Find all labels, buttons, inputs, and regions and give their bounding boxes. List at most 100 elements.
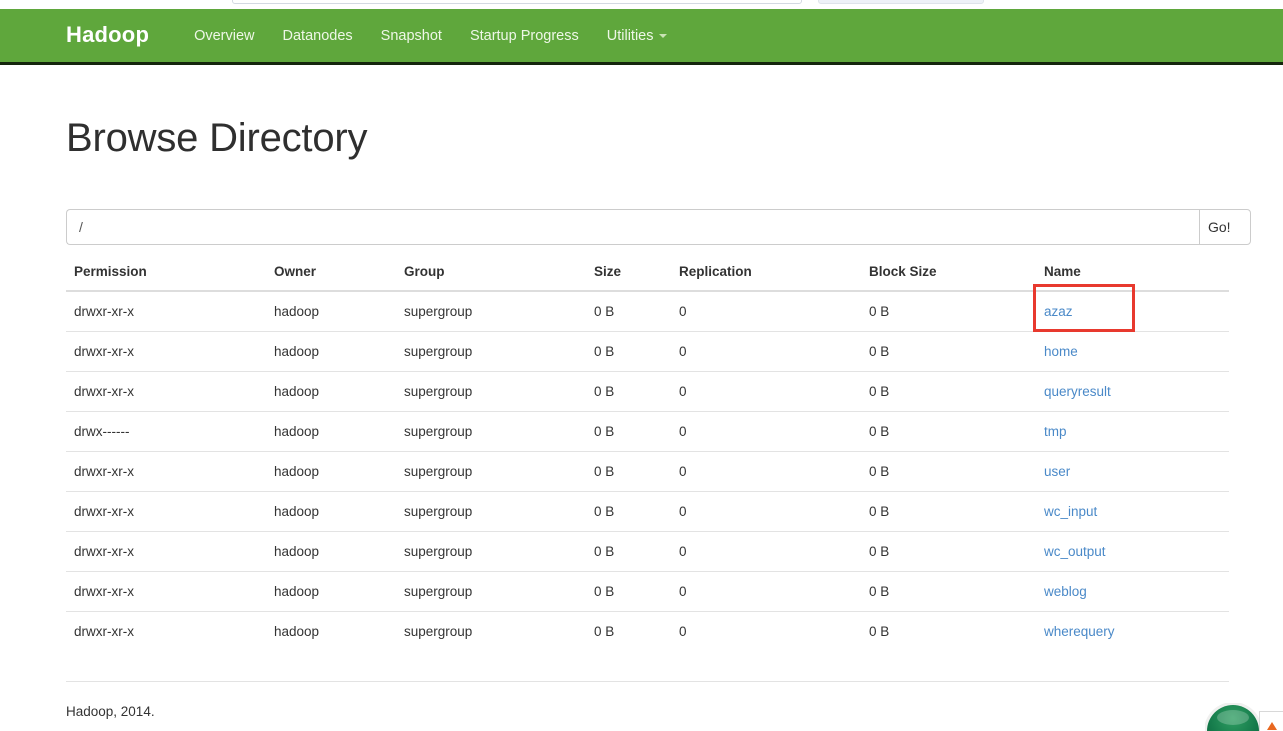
cell-block-size: 0 B xyxy=(861,571,1036,612)
directory-link[interactable]: wherequery xyxy=(1044,624,1115,639)
cell-name: weblog xyxy=(1036,571,1229,612)
cell-permission: drwxr-xr-x xyxy=(66,331,266,372)
table-row: drwxr-xr-x hadoop supergroup 0 B00 Buser xyxy=(66,451,1229,492)
cell-size: 0 B xyxy=(586,531,671,572)
cell-permission: drwxr-xr-x xyxy=(66,451,266,492)
cell-replication: 0 xyxy=(679,304,687,319)
cell-permission: drwxr-xr-x xyxy=(66,491,266,532)
nav-link-overview[interactable]: Overview xyxy=(180,28,268,44)
page-title: Browse Directory xyxy=(66,116,368,160)
cell-block-size: 0 B xyxy=(861,411,1036,452)
cell-owner: hadoop xyxy=(266,371,396,412)
cell-block-size: 0 B xyxy=(861,371,1036,412)
cell-owner: hadoop xyxy=(274,304,320,319)
table-row: drwxr-xr-x hadoop supergroup 0 B00 Bqueryre… xyxy=(66,371,1229,412)
column-header-group: Group xyxy=(396,264,586,292)
up-arrow-icon[interactable] xyxy=(1267,722,1277,730)
table-head: Permission Owner Group Size Replication Block… xyxy=(66,264,1229,292)
nav-link-utilities[interactable]: Utilities xyxy=(593,28,682,44)
cell-block-size: 0 B xyxy=(869,304,890,319)
directory-link[interactable]: wc_output xyxy=(1044,544,1106,559)
cell-owner: hadoop xyxy=(266,531,396,572)
nav-link-label: Datanodes xyxy=(282,27,353,44)
cell-permission: drwxr-xr-x xyxy=(66,371,266,412)
cell-replication: 0 xyxy=(671,411,861,452)
table-row: drwxr-xr-x hadoop supergroup 0 B00 Bwherequ… xyxy=(66,611,1229,651)
cell-owner: hadoop xyxy=(266,451,396,492)
cell-size: 0 B xyxy=(586,331,671,372)
column-header-size: Size xyxy=(586,264,671,292)
cell-size: 0 B xyxy=(586,491,671,532)
cell-replication: 0 xyxy=(671,331,861,372)
column-header-name: Name xyxy=(1036,264,1229,292)
cell-size: 0 B xyxy=(586,451,671,492)
nav-link-label: Overview xyxy=(194,27,255,44)
directory-link[interactable]: tmp xyxy=(1044,424,1067,439)
cell-block-size: 0 B xyxy=(861,451,1036,492)
column-header-permission: Permission xyxy=(66,264,266,292)
nav-links: Overview Datanodes Snapshot Startup Progres… xyxy=(180,28,681,44)
cell-replication: 0 xyxy=(671,611,861,651)
cell-group: supergroup xyxy=(396,451,586,492)
cell-group: supergroup xyxy=(396,371,586,412)
cell-name: wc_input xyxy=(1036,491,1229,532)
cell-owner: hadoop xyxy=(266,571,396,612)
directory-link[interactable]: weblog xyxy=(1044,584,1087,599)
table-header-row: Permission Owner Group Size Replication Block… xyxy=(66,264,1229,292)
cell-size: 0 B xyxy=(594,304,615,319)
go-button[interactable]: Go! xyxy=(1199,209,1251,245)
directory-link[interactable]: queryresult xyxy=(1044,384,1111,399)
cell-name: azaz xyxy=(1033,283,1229,332)
nav-link-label: Snapshot xyxy=(380,27,442,44)
cell-size: 0 B xyxy=(586,571,671,612)
cell-replication: 0 xyxy=(671,571,861,612)
cell-group: supergroup xyxy=(396,611,586,651)
cell-replication: 0 xyxy=(671,371,861,412)
browser-address-field-partial[interactable] xyxy=(232,0,802,4)
cell-group: supergroup xyxy=(396,411,586,452)
table-row: drwx------ hadoop supergroup 0 B00 Btmp xyxy=(66,411,1229,452)
cell-size: 0 B xyxy=(586,611,671,651)
page-container: Browse Directory Go! PermissionOwnerGrou… xyxy=(0,68,1283,719)
cell-group: supergroup xyxy=(396,531,586,572)
chevron-down-icon xyxy=(659,33,668,38)
page-footer: Hadoop, 2014. xyxy=(66,681,1229,719)
path-input[interactable] xyxy=(66,209,1199,245)
cell-replication: 0 xyxy=(671,531,861,572)
table-row: drwxr-xr-x hadoop supergroup 0 B00 Bhome xyxy=(66,331,1229,372)
cell-owner: hadoop xyxy=(266,491,396,532)
nav-link-snapshot[interactable]: Snapshot xyxy=(367,28,456,44)
cell-block-size: 0 B xyxy=(861,611,1036,651)
directory-link[interactable]: wc_input xyxy=(1044,504,1097,519)
cell-size: 0 B xyxy=(586,371,671,412)
column-header-block-size: Block Size xyxy=(861,264,1036,292)
browser-toolbar-button-partial[interactable] xyxy=(818,0,984,4)
corner-widget[interactable] xyxy=(1205,703,1283,731)
cell-name: queryresult xyxy=(1036,371,1229,412)
directory-link[interactable]: user xyxy=(1044,464,1070,479)
cell-permission: drwx------ xyxy=(66,411,266,452)
browser-chrome-strip xyxy=(0,0,1283,9)
cell-permission: drwxr-xr-x xyxy=(66,571,266,612)
cell-size: 0 B xyxy=(586,411,671,452)
nav-link-startup-progress[interactable]: Startup Progress xyxy=(456,28,593,44)
cell-group: supergroup xyxy=(404,304,473,319)
directory-listing-table: Permission Owner Group Size Replication Block… xyxy=(66,264,1229,651)
cell-name: home xyxy=(1036,331,1229,372)
cell-owner: hadoop xyxy=(266,331,396,372)
green-badge-icon[interactable] xyxy=(1207,705,1259,731)
cell-owner: hadoop xyxy=(266,411,396,452)
nav-link-datanodes[interactable]: Datanodes xyxy=(269,28,367,44)
brand-logo[interactable]: Hadoop xyxy=(66,23,149,48)
directory-link[interactable]: azaz xyxy=(1044,304,1073,319)
cell-replication: 0 xyxy=(671,491,861,532)
cell-name: tmp xyxy=(1036,411,1229,452)
directory-link[interactable]: home xyxy=(1044,344,1078,359)
badge-gloss xyxy=(1217,710,1249,725)
table-row: drwxr-xr-x hadoop supergroup 0 B00 Bweblog xyxy=(66,571,1229,612)
cell-block-size: 0 B xyxy=(861,491,1036,532)
cell-name: user xyxy=(1036,451,1229,492)
table-row: drwxr-xr-x hadoop supergroup 0 B 0 0 B azaz xyxy=(66,283,1229,332)
cell-group: supergroup xyxy=(396,491,586,532)
nav-link-label: Startup Progress xyxy=(469,27,579,44)
